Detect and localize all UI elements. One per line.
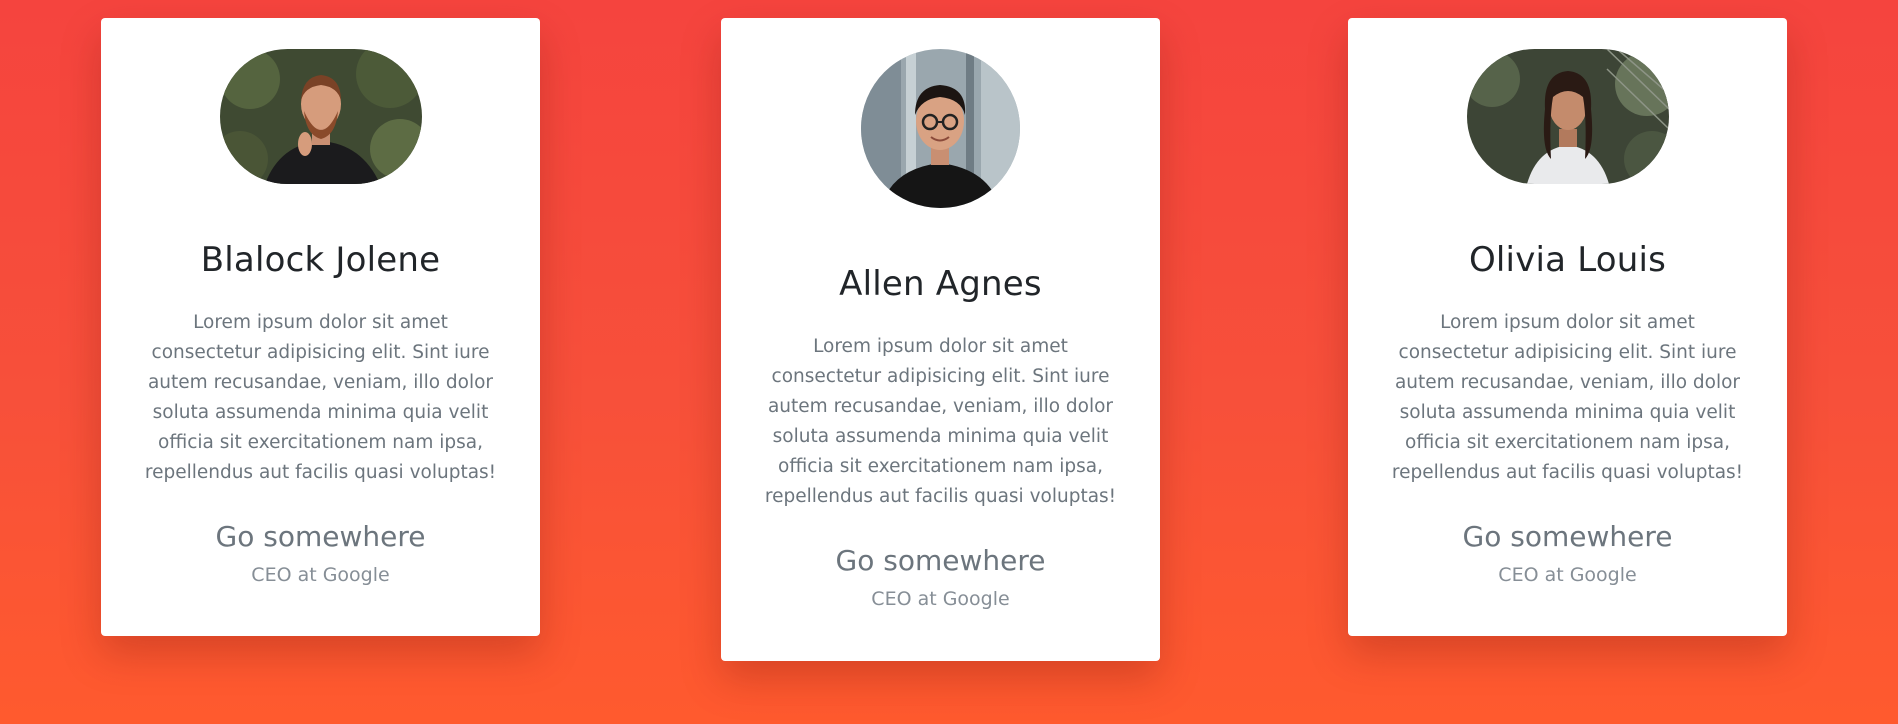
profile-card: Olivia Louis Lorem ipsum dolor sit amet … bbox=[1348, 18, 1787, 636]
person-name: Olivia Louis bbox=[1468, 240, 1667, 280]
person-name: Blalock Jolene bbox=[200, 240, 441, 280]
person-role: CEO at Google bbox=[251, 564, 390, 586]
person-bio: Lorem ipsum dolor sit amet consectetur a… bbox=[1391, 312, 1744, 483]
person-bio: Lorem ipsum dolor sit amet consectetur a… bbox=[764, 336, 1117, 507]
go-somewhere-link[interactable]: Go somewhere bbox=[101, 520, 540, 553]
profile-photo bbox=[220, 49, 422, 184]
go-somewhere-link[interactable]: Go somewhere bbox=[1348, 520, 1787, 553]
person-role: CEO at Google bbox=[1498, 564, 1637, 586]
go-somewhere-link[interactable]: Go somewhere bbox=[721, 544, 1160, 577]
profile-card: Blalock Jolene Lorem ipsum dolor sit ame… bbox=[101, 18, 540, 636]
profile-card: Allen Agnes Lorem ipsum dolor sit amet c… bbox=[721, 18, 1160, 661]
person-name: Allen Agnes bbox=[839, 264, 1042, 304]
person-bio: Lorem ipsum dolor sit amet consectetur a… bbox=[144, 312, 497, 483]
profile-photo bbox=[861, 49, 1020, 208]
profile-photo bbox=[1467, 49, 1669, 184]
person-role: CEO at Google bbox=[871, 588, 1010, 610]
